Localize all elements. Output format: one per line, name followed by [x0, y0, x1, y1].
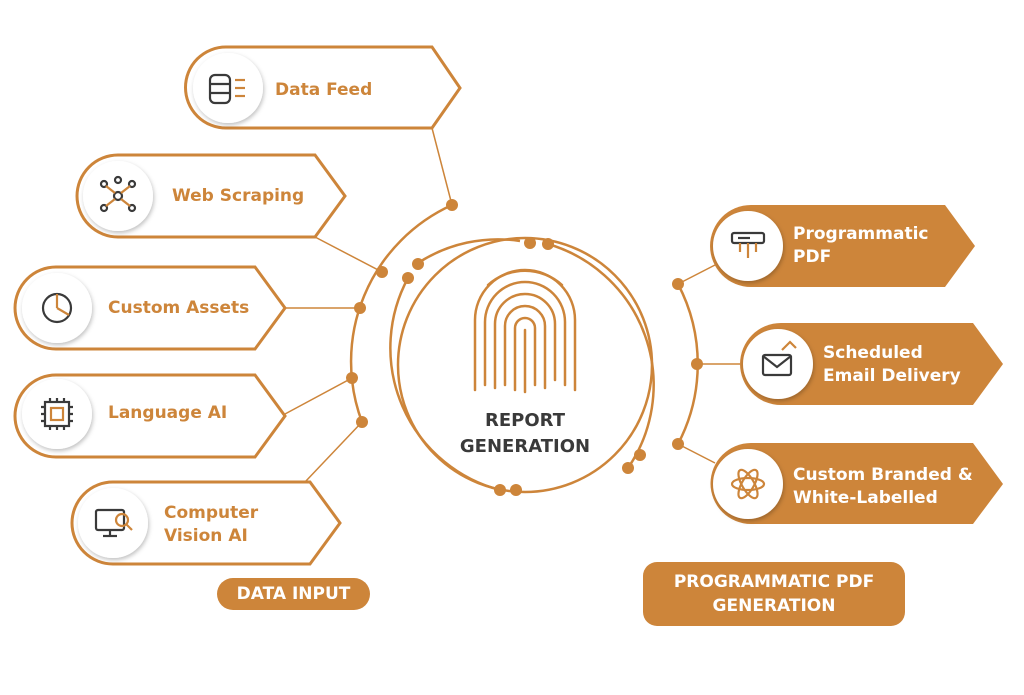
tag-line: PROGRAMMATIC PDF — [673, 572, 875, 592]
label-line: Vision AI — [164, 526, 248, 546]
center-title: REPORT GENERATION — [425, 408, 625, 460]
label-custom-assets: Custom Assets — [108, 298, 250, 318]
label-line: Programmatic — [793, 224, 929, 244]
programmatic-pdf-generation-tag: PROGRAMMATIC PDF GENERATION — [643, 562, 905, 626]
label-line: Computer — [164, 503, 259, 523]
label-line: PDF — [793, 247, 832, 267]
label-scheduled-email: Scheduled Email Delivery — [823, 342, 961, 388]
label-data-feed: Data Feed — [275, 80, 373, 100]
fingerprint-icon — [473, 268, 577, 394]
label-line: Scheduled — [823, 343, 923, 363]
center-title-line2: GENERATION — [459, 436, 591, 457]
label-computer-vision-ai: Computer Vision AI — [164, 502, 258, 548]
label-web-scraping: Web Scraping — [172, 186, 305, 206]
label-custom-branded: Custom Branded & White-Labelled — [793, 464, 973, 510]
data-input-tag: DATA INPUT — [217, 578, 370, 610]
report-generation-diagram: REPORT GENERATION Data Feed Web Scraping… — [0, 0, 1024, 695]
label-line: White-Labelled — [793, 488, 938, 508]
label-programmatic-pdf: Programmatic PDF — [793, 223, 928, 269]
label-language-ai: Language AI — [108, 403, 228, 423]
tag-line: GENERATION — [712, 596, 836, 616]
label-line: Email Delivery — [823, 366, 961, 386]
center-title-line1: REPORT — [485, 410, 565, 431]
label-line: Custom Branded & — [793, 465, 973, 485]
